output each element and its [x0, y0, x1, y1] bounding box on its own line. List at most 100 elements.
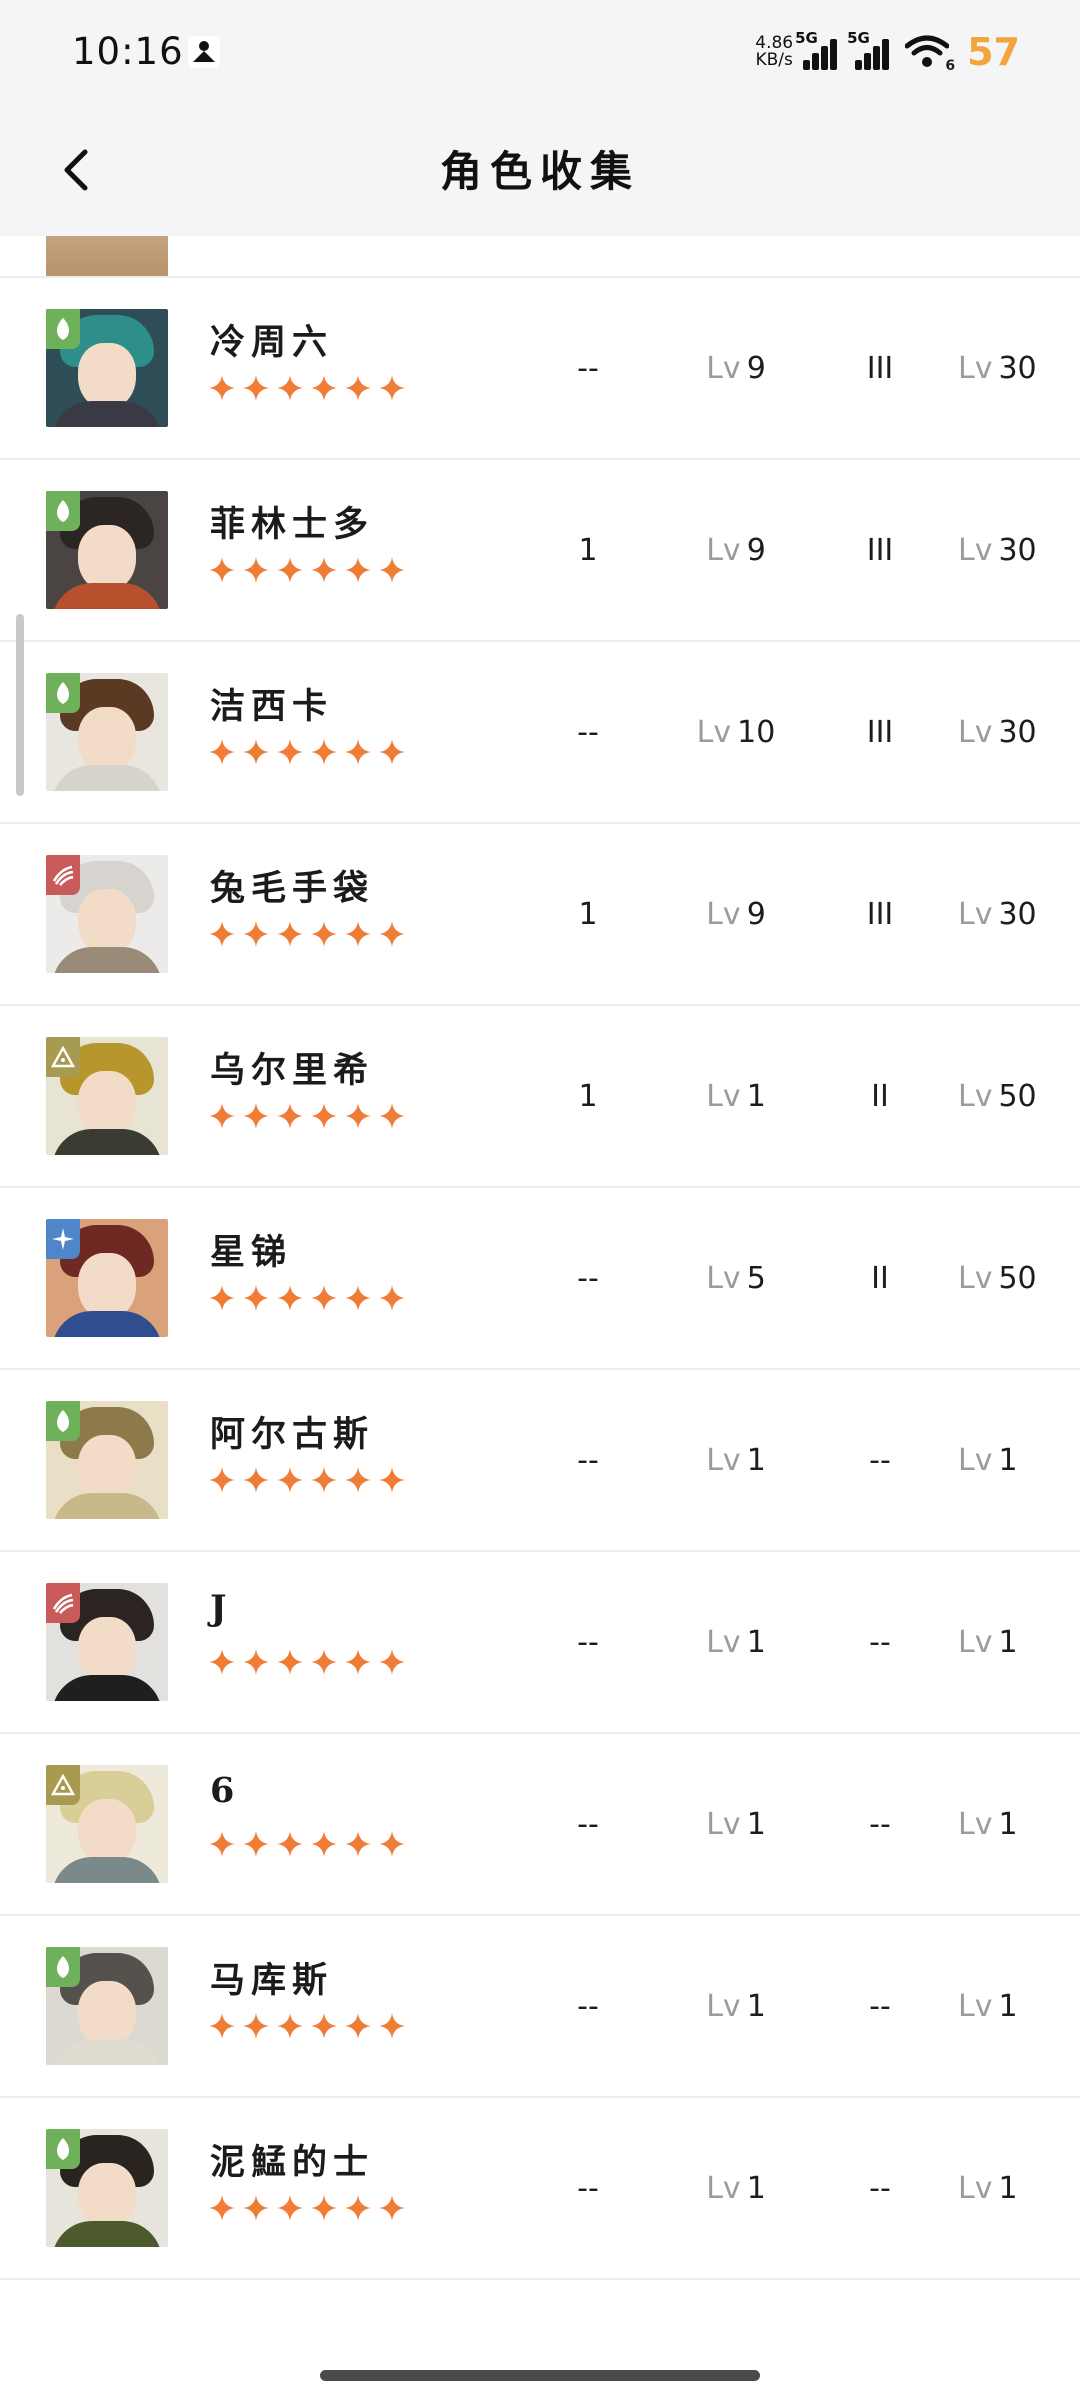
list-item-partial[interactable]: [0, 236, 1080, 278]
claw-element-icon: [46, 855, 80, 895]
dupe-count: --: [577, 1624, 599, 1660]
list-item[interactable]: 兔毛手袋 1 Lv 9 III Lv 30: [0, 824, 1080, 1006]
star-icon: [379, 1649, 405, 1675]
level2-prefix: Lv: [958, 1260, 993, 1296]
star-icon: [345, 921, 371, 947]
star-rating: [208, 1466, 406, 1494]
character-name: 6: [210, 1770, 241, 1811]
star-icon: [345, 2013, 371, 2039]
rock-element-icon: [46, 1765, 80, 1805]
star-icon: [379, 375, 405, 401]
list-item[interactable]: 泥鯭的士 -- Lv 1 -- Lv 1: [0, 2098, 1080, 2280]
star-icon: [277, 1831, 303, 1857]
star-icon: [277, 375, 303, 401]
insight-rank: --: [869, 2170, 891, 2206]
character-portrait: [46, 673, 168, 791]
level-value: 9: [746, 350, 766, 386]
list-item[interactable]: 6 -- Lv 1 -- Lv 1: [0, 1734, 1080, 1916]
star-icon: [277, 2013, 303, 2039]
star-icon: [379, 557, 405, 583]
star-rating: [208, 1648, 406, 1676]
signal-2-tag: 5G: [847, 28, 870, 47]
character-name: J: [210, 1588, 233, 1629]
level-value: 9: [746, 532, 766, 568]
list-item[interactable]: 冷周六 -- Lv 9 III Lv 30: [0, 278, 1080, 460]
star-icon: [243, 2195, 269, 2221]
star-icon: [379, 1103, 405, 1129]
star-icon: [209, 1831, 235, 1857]
level2-prefix: Lv: [958, 532, 993, 568]
character-name: 洁西卡: [210, 686, 334, 727]
level2-value: 30: [998, 350, 1037, 386]
character-level: Lv 1: [680, 1734, 792, 1914]
character-list[interactable]: 冷周六 -- Lv 9 III Lv 30 菲林士多 1 Lv 9 III Lv 30 洁西卡 -- Lv 10 I…: [0, 236, 1080, 2280]
star-icon: [311, 921, 337, 947]
star-icon: [243, 1285, 269, 1311]
star-icon: [243, 1467, 269, 1493]
page-title: 角色收集: [439, 147, 640, 196]
list-item[interactable]: 星锑 -- Lv 5 II Lv 50: [0, 1188, 1080, 1370]
level-value: 10: [737, 714, 776, 750]
dupe-count: 1: [578, 1078, 598, 1114]
star-icon: [243, 2013, 269, 2039]
rock-element-icon: [46, 1037, 80, 1077]
list-item[interactable]: 阿尔古斯 -- Lv 1 -- Lv 1: [0, 1370, 1080, 1552]
psychube-level: Lv 30: [940, 824, 1070, 1004]
list-item[interactable]: 洁西卡 -- Lv 10 III Lv 30: [0, 642, 1080, 824]
star-icon: [243, 1649, 269, 1675]
character-portrait: [46, 1947, 168, 2065]
star-icon: [243, 921, 269, 947]
wifi-icon: 6: [904, 34, 955, 74]
star-icon: [209, 1649, 235, 1675]
level-value: 1: [746, 1078, 766, 1114]
character-name: 冷周六: [210, 322, 334, 363]
level-prefix: Lv: [706, 1624, 741, 1660]
psychube-level: Lv 30: [940, 278, 1070, 458]
level2-prefix: Lv: [958, 1988, 993, 2024]
home-indicator[interactable]: [320, 2370, 760, 2381]
level-value: 9: [746, 896, 766, 932]
level2-prefix: Lv: [958, 1442, 993, 1478]
list-item[interactable]: 菲林士多 1 Lv 9 III Lv 30: [0, 460, 1080, 642]
character-portrait: [46, 2129, 168, 2247]
list-item[interactable]: 马库斯 -- Lv 1 -- Lv 1: [0, 1916, 1080, 2098]
character-level: Lv 10: [680, 642, 792, 822]
dupe-count: --: [577, 2170, 599, 2206]
star-icon: [243, 1831, 269, 1857]
star-icon: [209, 921, 235, 947]
scrollbar-thumb[interactable]: [16, 614, 24, 796]
star-icon: [379, 739, 405, 765]
insight-rank: III: [866, 714, 894, 750]
psychube-level: Lv 50: [940, 1006, 1070, 1186]
signal-1-tag: 5G: [795, 28, 818, 47]
list-item[interactable]: J -- Lv 1 -- Lv 1: [0, 1552, 1080, 1734]
star-icon: [345, 1103, 371, 1129]
level-prefix: Lv: [706, 1078, 741, 1114]
star-rating: [208, 1830, 406, 1858]
level-prefix: Lv: [706, 2170, 741, 2206]
star-rating: [208, 920, 406, 948]
insight-rank: III: [866, 896, 894, 932]
character-name: 马库斯: [210, 1960, 334, 2001]
leaf-element-icon: [46, 1401, 80, 1441]
star-icon: [277, 739, 303, 765]
list-item[interactable]: 乌尔里希 1 Lv 1 II Lv 50: [0, 1006, 1080, 1188]
level-prefix: Lv: [706, 1442, 741, 1478]
character-name: 阿尔古斯: [210, 1414, 375, 1455]
star-icon: [277, 1467, 303, 1493]
level2-prefix: Lv: [958, 1806, 993, 1842]
level2-prefix: Lv: [958, 350, 993, 386]
psychube-level: Lv 1: [940, 1552, 1070, 1732]
insight-rank: --: [869, 1442, 891, 1478]
level2-prefix: Lv: [958, 714, 993, 750]
notification-icon: [186, 34, 222, 70]
character-portrait: [46, 1401, 168, 1519]
star-rating: [208, 2012, 406, 2040]
character-name: 菲林士多: [210, 504, 375, 545]
character-name: 兔毛手袋: [210, 868, 375, 909]
star-icon: [311, 1649, 337, 1675]
leaf-element-icon: [46, 2129, 80, 2169]
status-time: 10:16: [72, 30, 184, 73]
star-icon: [209, 1285, 235, 1311]
insight-rank: --: [869, 1988, 891, 2024]
